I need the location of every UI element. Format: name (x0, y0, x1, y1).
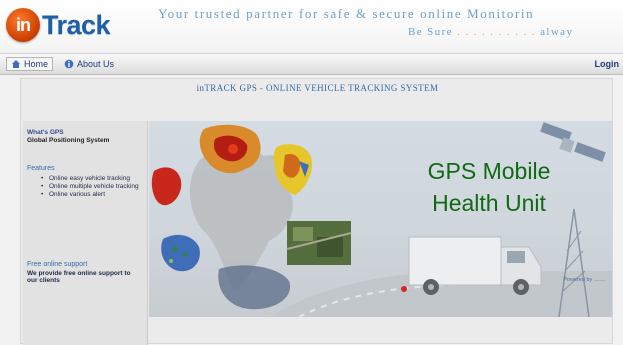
header-tagline: Your trusted partner for safe & secure o… (158, 6, 535, 21)
whats-gps-heading: What's GPS (27, 129, 64, 136)
support-text: We provide free online support to our cl… (27, 270, 131, 285)
nav-bar: Home About Us Login (0, 53, 623, 75)
tagline2-start: Be Sure (408, 26, 458, 38)
header-tagline-secondary: Be Sure . . . . . . . . . . alway (408, 26, 573, 38)
hero-caption: Powered by ........ (563, 277, 606, 283)
logo-wordmark: Track (42, 9, 111, 40)
about-label: About Us (77, 58, 115, 69)
tagline2-end: alway (535, 26, 574, 38)
home-label: Home (24, 59, 49, 69)
about-us-link[interactable]: About Us (64, 57, 114, 70)
list-item: Online various alert (41, 191, 141, 198)
home-icon (12, 60, 20, 68)
hero-title-line2: Health Unit (432, 190, 546, 216)
hero-title-line1: GPS Mobile (427, 158, 551, 184)
content-frame: inTRACK GPS - ONLINE VEHICLE TRACKING SY… (20, 78, 613, 345)
features-list: Online easy vehicle tracking Online mult… (41, 175, 141, 200)
intrack-logo[interactable]: in Track (6, 5, 111, 45)
site-header: in Track Your trusted partner for safe &… (0, 0, 623, 52)
login-link[interactable]: Login (595, 57, 620, 70)
hero-banner: GPS Mobile Health Unit Powered by ......… (149, 121, 612, 317)
support-heading: Free online support (27, 261, 88, 268)
features-heading: Features (27, 165, 55, 172)
gps-definition: Global Positioning System (27, 137, 110, 144)
hero-title: GPS Mobile Health Unit (389, 155, 589, 219)
list-item: Online multiple vehicle tracking (41, 183, 141, 190)
home-button[interactable]: Home (6, 57, 54, 71)
hero-collage (151, 122, 612, 317)
info-sidebar: What's GPS Global Positioning System Fea… (23, 121, 148, 345)
page-title: inTRACK GPS - ONLINE VEHICLE TRACKING SY… (196, 83, 439, 93)
logo-badge: in (6, 8, 40, 42)
list-item: Online easy vehicle tracking (41, 175, 141, 182)
info-icon (64, 59, 74, 68)
tagline2-dots: . . . . . . . . . . (457, 26, 536, 38)
